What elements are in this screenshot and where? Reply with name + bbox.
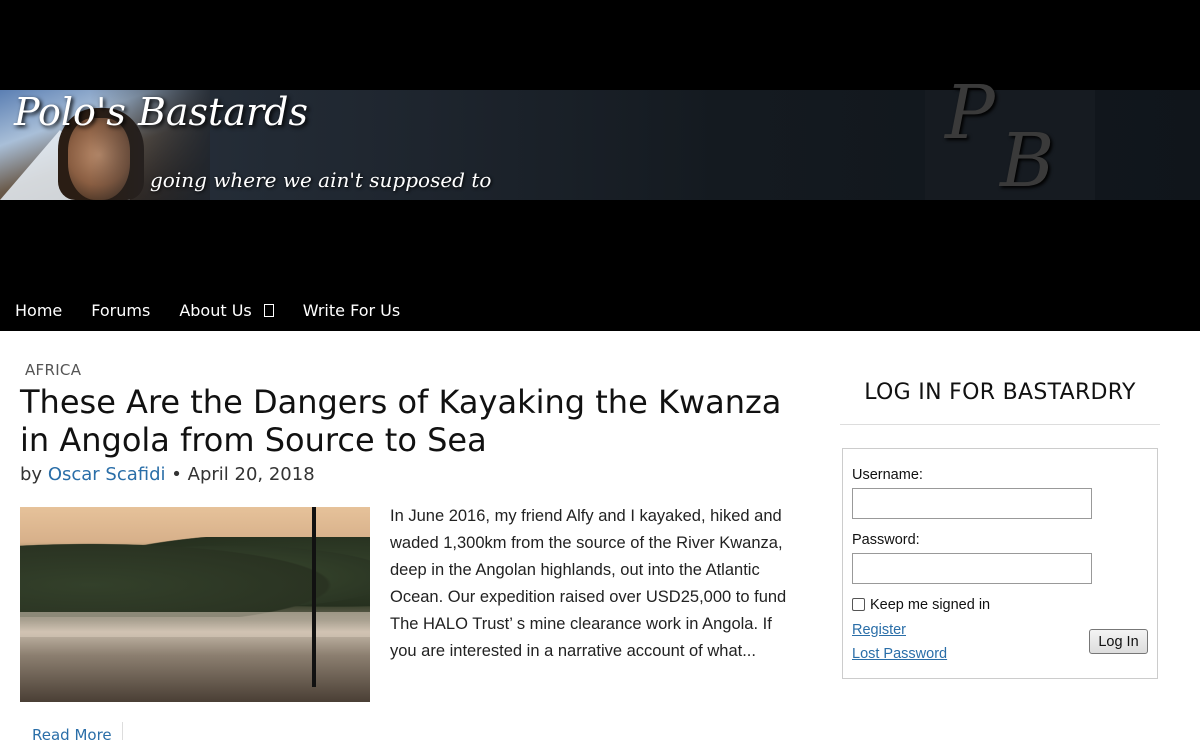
password-field[interactable] [852, 553, 1092, 584]
username-field[interactable] [852, 488, 1092, 519]
login-widget-title: LOG IN FOR BASTARDRY [864, 380, 1136, 405]
nav-item-about-us[interactable]: About Us [179, 301, 274, 320]
widget-divider [840, 424, 1160, 425]
post-category-link[interactable]: AFRICA [25, 361, 81, 379]
nav-item-label: Write For Us [302, 301, 401, 320]
remember-me-label[interactable]: Keep me signed in [870, 597, 990, 613]
password-label: Password: [852, 532, 920, 548]
post-title-link[interactable]: These Are the Dangers of Kayaking the Kw… [20, 383, 810, 459]
post-excerpt: In June 2016, my friend Alfy and I kayak… [390, 507, 787, 660]
nav-item-label: Home [15, 301, 63, 320]
username-label: Username: [852, 467, 923, 483]
post-thumbnail[interactable] [20, 507, 370, 702]
logo-letter-p: P [945, 70, 995, 156]
site-title[interactable]: Polo's Bastards [14, 90, 308, 134]
login-button[interactable]: Log In [1089, 629, 1148, 654]
post-date: April 20, 2018 [187, 464, 315, 485]
read-more-divider [122, 722, 123, 740]
nav-item-forums[interactable]: Forums [91, 301, 150, 320]
main-nav: Home Forums About Us Write For Us [0, 290, 1200, 331]
post-byline: by Oscar Scafidi • April 20, 2018 [20, 464, 315, 485]
author-link[interactable]: Oscar Scafidi [48, 464, 166, 485]
lost-password-link[interactable]: Lost Password [852, 646, 947, 662]
nav-item-write-for-us[interactable]: Write For Us [303, 301, 400, 320]
register-link[interactable]: Register [852, 622, 906, 638]
thumbnail-pole [312, 507, 316, 687]
header-top-bar [0, 0, 1200, 90]
byline-separator: • [171, 464, 182, 485]
read-more-link[interactable]: Read More [32, 726, 112, 740]
dropdown-icon[interactable] [263, 304, 274, 317]
remember-me-checkbox[interactable] [852, 598, 865, 611]
nav-item-label: About Us [179, 301, 252, 320]
nav-item-label: Forums [91, 301, 151, 320]
thumbnail-trees [20, 537, 370, 617]
site-tagline: going where we ain't supposed to [150, 168, 492, 192]
byline-prefix: by [20, 464, 43, 485]
header-bottom-bar [0, 200, 1200, 290]
logo-letter-b: B [1000, 118, 1055, 204]
thumbnail-mist [20, 612, 370, 637]
nav-item-home[interactable]: Home [15, 301, 62, 320]
